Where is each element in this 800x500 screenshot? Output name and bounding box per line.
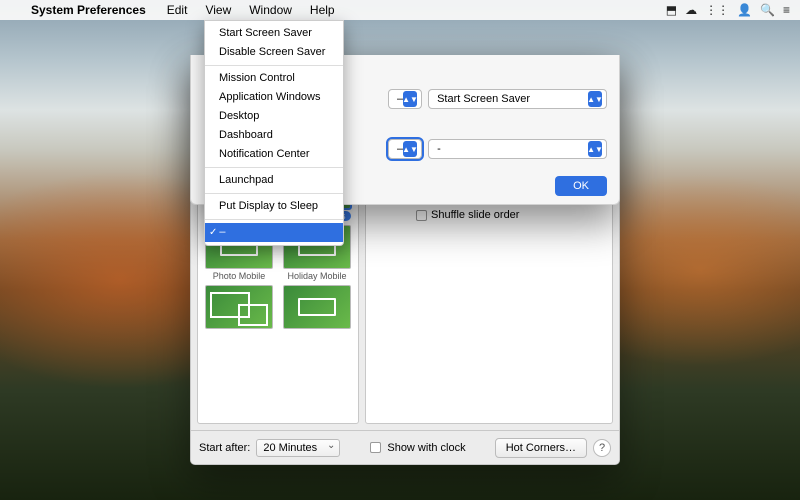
menubar: System Preferences Edit View Window Help… bbox=[0, 0, 800, 20]
separator bbox=[205, 219, 343, 220]
hot-corners-button[interactable]: Hot Corners… bbox=[495, 438, 587, 458]
shuffle-checkbox[interactable] bbox=[416, 210, 427, 221]
menu-view[interactable]: View bbox=[196, 0, 240, 20]
thumb-label: Holiday Mobile bbox=[283, 271, 351, 281]
separator bbox=[205, 167, 343, 168]
dropdown-item-selected[interactable]: ✓– bbox=[205, 223, 343, 242]
show-clock-label: Show with clock bbox=[387, 442, 465, 454]
dropdown-item[interactable]: Dashboard bbox=[205, 126, 343, 145]
dropdown-item[interactable]: Launchpad bbox=[205, 171, 343, 190]
corner-top-right-popup[interactable]: Start Screen Saver▲▼ bbox=[428, 89, 607, 109]
dropdown-item[interactable]: Start Screen Saver bbox=[205, 24, 343, 43]
dropdown-item[interactable]: Put Display to Sleep bbox=[205, 197, 343, 216]
notifications-icon[interactable]: ≡ bbox=[783, 3, 790, 17]
menu-help[interactable]: Help bbox=[301, 0, 344, 20]
corner-top-left-popup[interactable]: –▲▼ bbox=[388, 89, 422, 109]
thumb-label: Photo Mobile bbox=[205, 271, 273, 281]
thumb-image bbox=[283, 285, 351, 329]
cloud-icon[interactable]: ☁ bbox=[685, 3, 697, 17]
dropdown-item[interactable]: Mission Control bbox=[205, 69, 343, 88]
separator bbox=[205, 193, 343, 194]
app-menu[interactable]: System Preferences bbox=[22, 0, 158, 20]
corner-bottom-right-popup[interactable]: -▲▼ bbox=[428, 139, 607, 159]
help-button[interactable]: ? bbox=[593, 439, 611, 457]
start-after-label: Start after: bbox=[199, 442, 250, 454]
dropdown-item[interactable]: Notification Center bbox=[205, 145, 343, 164]
shuffle-label: Shuffle slide order bbox=[431, 209, 519, 221]
spotlight-icon[interactable]: 🔍 bbox=[760, 3, 775, 17]
show-clock-checkbox[interactable] bbox=[370, 442, 381, 453]
menu-window[interactable]: Window bbox=[240, 0, 301, 20]
corner-options-dropdown[interactable]: Start Screen SaverDisable Screen Saver Mi… bbox=[204, 20, 344, 246]
check-icon: ✓ bbox=[209, 225, 217, 240]
start-after-popup[interactable]: 20 Minutes bbox=[256, 439, 340, 457]
separator bbox=[205, 65, 343, 66]
screensaver-thumb[interactable] bbox=[280, 285, 354, 331]
corner-bottom-left-popup[interactable]: –▲▼ bbox=[388, 139, 422, 159]
screensaver-thumb[interactable] bbox=[202, 285, 276, 331]
dropdown-item[interactable]: Disable Screen Saver bbox=[205, 43, 343, 62]
dropdown-item[interactable]: Application Windows bbox=[205, 88, 343, 107]
user-icon[interactable]: 👤 bbox=[737, 3, 752, 17]
menu-edit[interactable]: Edit bbox=[158, 0, 197, 20]
ok-button[interactable]: OK bbox=[555, 176, 607, 196]
thumb-image bbox=[205, 285, 273, 329]
wifi-icon[interactable]: ⋮⋮ bbox=[705, 3, 729, 17]
dropdown-item[interactable]: Desktop bbox=[205, 107, 343, 126]
dropbox-icon[interactable]: ⬒ bbox=[666, 3, 677, 17]
bottom-bar: Start after: 20 Minutes Show with clock … bbox=[191, 430, 619, 464]
